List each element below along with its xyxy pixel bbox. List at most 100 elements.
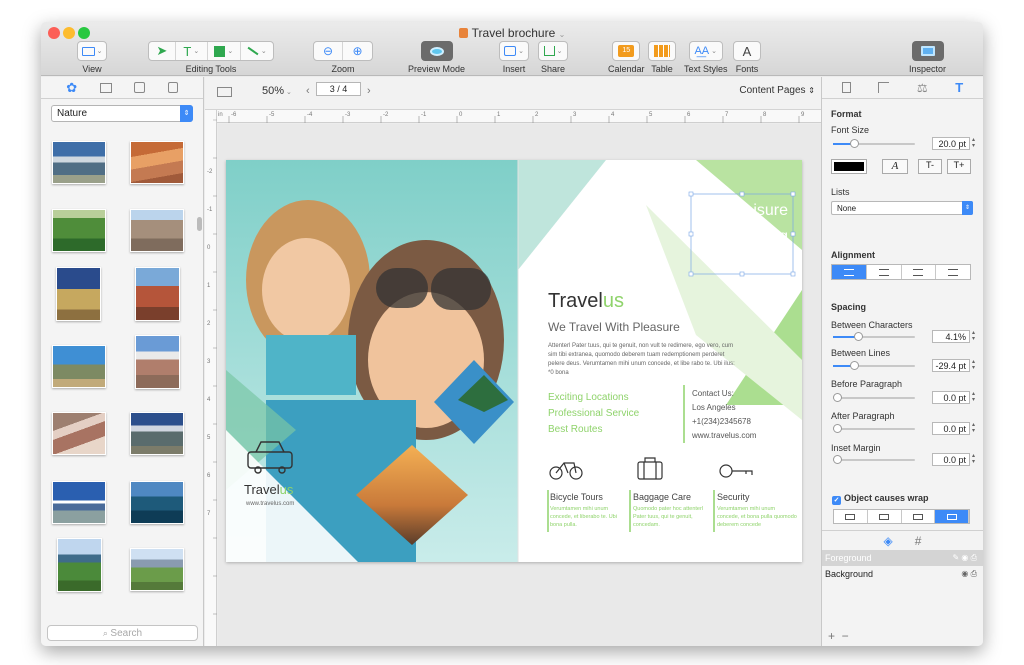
eye-icon[interactable]: ✎ ◉ ⎙ <box>952 550 977 566</box>
after-paragraph-field[interactable]: 0.0 pt <box>932 422 970 435</box>
increase-size-button[interactable]: T+ <box>947 159 971 174</box>
service-title: Bicycle Tours <box>550 492 603 502</box>
text-styles-button[interactable]: A͟A ⌄ <box>690 42 722 60</box>
text-tab-icon[interactable]: T <box>955 80 963 95</box>
between-lines-field[interactable]: -29.4 pt <box>932 359 970 372</box>
clipart-icon[interactable] <box>167 82 178 93</box>
inspector-button[interactable] <box>911 41 944 61</box>
nature-thumb[interactable] <box>52 481 106 524</box>
nature-thumb[interactable] <box>130 412 184 455</box>
wrap-option-button[interactable] <box>834 510 868 523</box>
layers-icon[interactable]: ◈ <box>884 534 893 548</box>
zoom-select[interactable]: 50% ⌄ <box>262 85 292 97</box>
zoom-out-button[interactable]: ⊖ <box>314 42 344 60</box>
nature-thumb[interactable] <box>52 345 106 388</box>
grid-icon[interactable]: # <box>915 534 922 548</box>
arrange-tab-icon[interactable]: ⚖ <box>917 81 928 95</box>
flower-icon[interactable]: ✿ <box>66 80 77 96</box>
ruler-number: 2 <box>207 321 211 327</box>
inset-margin-slider[interactable] <box>833 455 915 464</box>
content-pages-select[interactable]: Content Pages ⇕ <box>739 85 815 96</box>
wrap-option-button[interactable] <box>868 510 902 523</box>
align-justify-button[interactable] <box>936 265 970 279</box>
next-page-button[interactable]: › <box>367 85 371 97</box>
zoom-in-button[interactable]: ⊕ <box>343 42 372 60</box>
select-tool-button[interactable]: ➤ <box>149 42 176 60</box>
ruler-number: -6 <box>231 112 237 118</box>
nature-thumb[interactable] <box>130 141 184 184</box>
layer-background[interactable]: Background ◉ ⎙ <box>822 566 983 582</box>
between-lines-slider[interactable] <box>833 361 915 370</box>
nature-thumb[interactable] <box>130 209 184 252</box>
between-chars-stepper[interactable]: ▴ ▾ <box>970 330 977 343</box>
between-chars-field[interactable]: 4.1% <box>932 330 970 343</box>
select-arrows-icon: ⇕ <box>962 201 973 215</box>
nature-thumb[interactable] <box>130 481 184 524</box>
zoom-in-icon: ⊕ <box>352 44 363 58</box>
after-paragraph-slider[interactable] <box>833 424 915 433</box>
headline-text-box[interactable]: Leisure Sightseeing Adventure <box>688 198 788 276</box>
between-chars-slider[interactable] <box>833 332 915 341</box>
wrap-checkbox[interactable]: ✓ Object causes wrap <box>832 493 929 505</box>
calendar-button[interactable]: 15 <box>612 41 641 61</box>
shape-tool-button[interactable]: ⌄ <box>208 42 241 60</box>
align-right-button[interactable] <box>902 265 937 279</box>
nature-thumb[interactable] <box>130 548 184 591</box>
nature-thumb[interactable] <box>52 141 106 184</box>
color-well[interactable] <box>831 159 867 174</box>
font-size-field[interactable]: 20.0 pt <box>932 137 970 150</box>
between-lines-stepper[interactable]: ▴ ▾ <box>970 359 977 372</box>
inspector-icon <box>920 46 935 56</box>
text-tool-button[interactable]: T ⌄ <box>176 42 209 60</box>
inset-margin-stepper[interactable]: ▴ ▾ <box>970 453 977 466</box>
align-center-button[interactable] <box>867 265 902 279</box>
media-tabs: ✿ <box>41 77 203 99</box>
nature-thumb[interactable] <box>57 538 102 592</box>
nature-thumb[interactable] <box>56 267 101 321</box>
font-size-slider[interactable] <box>833 139 915 148</box>
scrollbar[interactable] <box>197 217 202 231</box>
insert-button[interactable]: ⌄ <box>500 42 528 60</box>
page-field[interactable]: 3 / 4 <box>316 82 361 96</box>
ruler-number: 5 <box>649 112 653 118</box>
ruler-number: 7 <box>725 112 729 118</box>
document-tab-icon[interactable] <box>841 82 851 93</box>
nature-thumb[interactable] <box>52 412 106 455</box>
italic-button[interactable]: A <box>882 159 908 174</box>
after-paragraph-stepper[interactable]: ▴ ▾ <box>970 422 977 435</box>
image-icon[interactable] <box>99 82 112 93</box>
prev-page-button[interactable]: ‹ <box>306 85 310 97</box>
layer-foreground[interactable]: Foreground ✎ ◉ ⎙ <box>822 550 983 566</box>
wrap-option-button[interactable] <box>902 510 936 523</box>
shapes-icon[interactable] <box>134 82 146 93</box>
brochure-page[interactable]: Leisure Sightseeing Adventure Travelus W… <box>226 160 802 562</box>
ruler-number: -1 <box>421 112 427 118</box>
before-paragraph-slider[interactable] <box>833 393 915 402</box>
lists-select[interactable]: None ⇕ <box>831 201 973 215</box>
eye-icon[interactable]: ◉ ⎙ <box>961 566 977 582</box>
font-size-stepper[interactable]: ▴ ▾ <box>970 137 977 150</box>
table-button[interactable] <box>648 41 676 61</box>
view-button[interactable]: ⌄ <box>78 42 106 60</box>
page-thumbnails-icon[interactable] <box>217 87 232 97</box>
search-field[interactable]: ⌕ Search <box>47 625 198 641</box>
line-tool-button[interactable]: ⌄ <box>241 42 273 60</box>
before-paragraph-stepper[interactable]: ▴ ▾ <box>970 391 977 404</box>
nature-thumb[interactable] <box>135 335 180 389</box>
wrap-option-button[interactable] <box>935 510 969 523</box>
fonts-group: A Fonts <box>733 41 761 74</box>
inset-margin-field[interactable]: 0.0 pt <box>932 453 970 466</box>
nature-thumb[interactable] <box>52 209 106 252</box>
share-button[interactable]: ⌄ <box>539 42 567 60</box>
category-select[interactable]: Nature ⇕ <box>51 105 193 122</box>
align-left-button[interactable] <box>832 265 867 279</box>
nature-thumb[interactable] <box>135 267 180 321</box>
inset-margin-label: Inset Margin <box>831 443 881 453</box>
layout-tab-icon[interactable] <box>878 82 890 93</box>
preview-mode-button[interactable] <box>420 41 453 61</box>
add-layer-button[interactable]: + − <box>828 629 849 643</box>
decrease-size-button[interactable]: T- <box>918 159 942 174</box>
fonts-button[interactable]: A <box>734 42 760 60</box>
insert-icon <box>504 46 517 56</box>
before-paragraph-field[interactable]: 0.0 pt <box>932 391 970 404</box>
